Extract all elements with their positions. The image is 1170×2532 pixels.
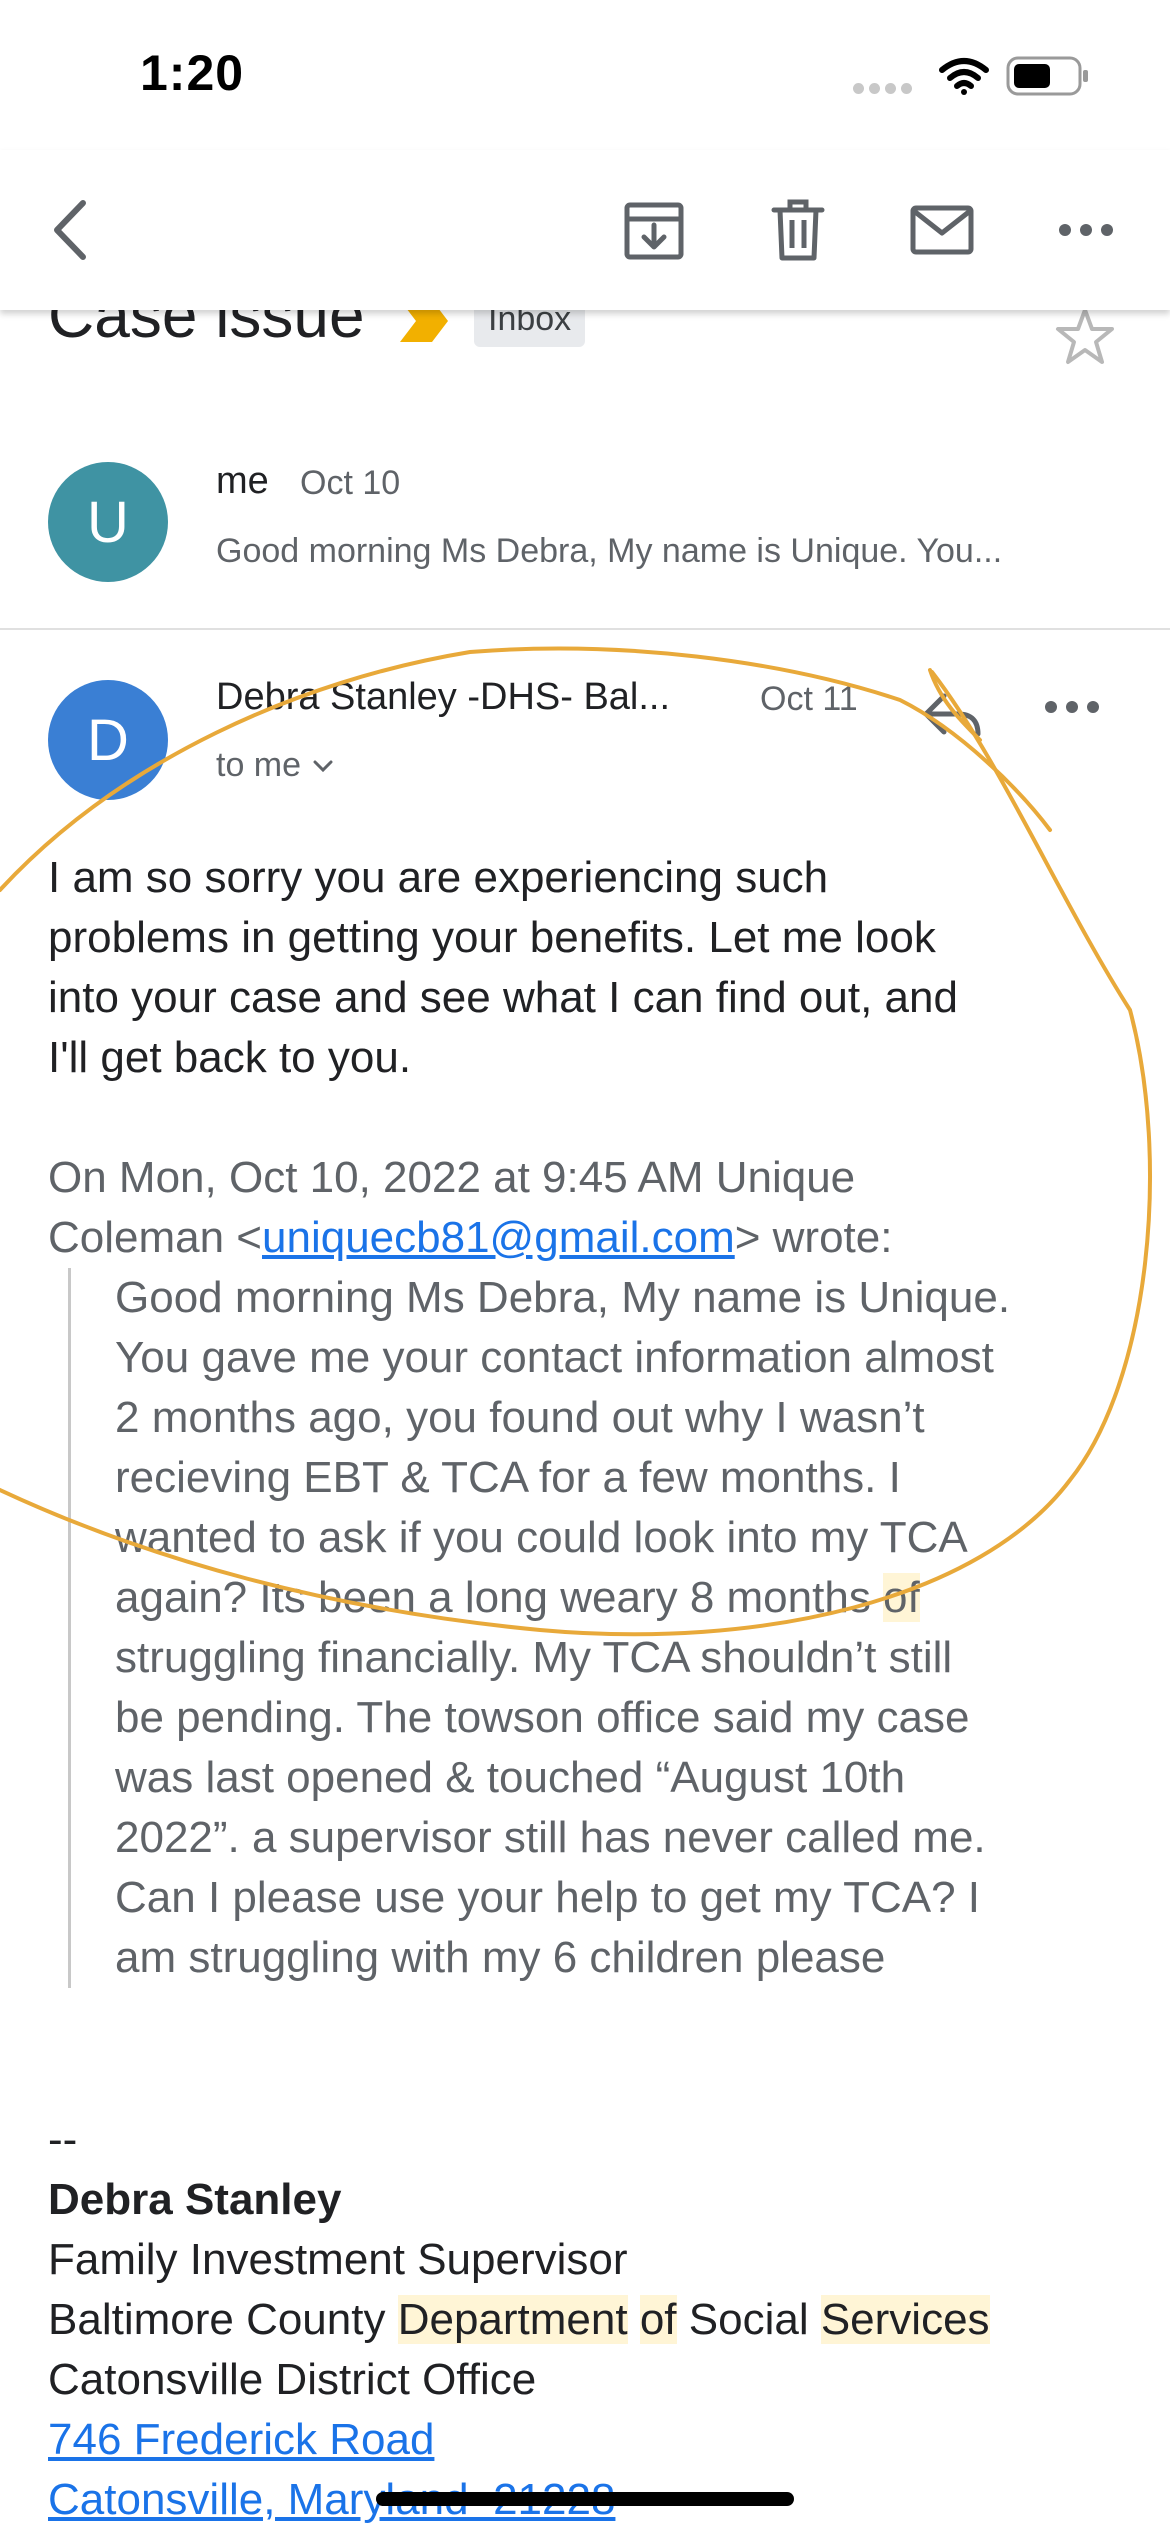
body-line: problems in getting your benefits. Let m… xyxy=(48,913,936,962)
collapsed-message[interactable]: U me Oct 10 Good morning Ms Debra, My na… xyxy=(0,440,1170,628)
signature-organization: Baltimore County Department of Social Se… xyxy=(48,2295,990,2344)
more-options-button[interactable] xyxy=(1044,188,1128,272)
back-button[interactable] xyxy=(28,188,112,272)
cellular-signal-icon xyxy=(853,80,915,96)
signature-office: Catonsville District Office xyxy=(48,2355,537,2404)
avatar: D xyxy=(48,680,168,800)
quote-header: On Mon, Oct 10, 2022 at 9:45 AM Unique C… xyxy=(48,1148,892,1268)
message-date: Oct 11 xyxy=(760,680,858,718)
mail-icon xyxy=(910,205,974,255)
email-signature: -- Debra Stanley Family Investment Super… xyxy=(48,2110,990,2530)
chevron-left-icon xyxy=(54,200,86,260)
avatar: U xyxy=(48,462,168,582)
chevron-down-icon xyxy=(313,760,333,772)
star-icon[interactable] xyxy=(1054,306,1116,366)
status-time: 1:20 xyxy=(140,45,245,101)
archive-button[interactable] xyxy=(612,188,696,272)
reply-icon[interactable] xyxy=(918,690,984,738)
signature-title: Family Investment Supervisor xyxy=(48,2235,628,2284)
divider xyxy=(0,628,1170,630)
message-body: I am so sorry you are experiencing such … xyxy=(48,848,958,1088)
body-line: I am so sorry you are experiencing such xyxy=(48,853,829,902)
quote-header-line: On Mon, Oct 10, 2022 at 9:45 AM Unique xyxy=(48,1153,856,1202)
quoted-email-link[interactable]: uniquecb81@gmail.com xyxy=(262,1213,735,1262)
mark-unread-button[interactable] xyxy=(900,188,984,272)
quoted-text: Good morning Ms Debra, My name is Unique… xyxy=(68,1268,1155,1988)
signature-separator: -- xyxy=(48,2115,78,2164)
address-link[interactable]: 746 Frederick Road xyxy=(48,2415,434,2464)
message-more-button[interactable] xyxy=(1044,700,1100,719)
top-toolbar xyxy=(0,150,1170,310)
sender-name: me xyxy=(216,460,269,502)
body-line: into your case and see what I can find o… xyxy=(48,973,958,1022)
recipient-label: to me xyxy=(216,746,302,784)
message-snippet: Good morning Ms Debra, My name is Unique… xyxy=(216,532,1003,570)
recipient-details-toggle[interactable]: to me xyxy=(216,746,335,785)
body-line: I'll get back to you. xyxy=(48,1033,412,1082)
signature-name: Debra Stanley xyxy=(48,2175,342,2224)
sender-name[interactable]: Debra Stanley -DHS- Bal... xyxy=(216,676,670,719)
more-horizontal-icon xyxy=(1045,701,1099,713)
delete-button[interactable] xyxy=(756,188,840,272)
trash-icon xyxy=(771,199,825,261)
quote-header-line: Coleman <uniquecb81@gmail.com> wrote: xyxy=(48,1213,893,1262)
wifi-icon xyxy=(939,58,989,95)
message-date: Oct 10 xyxy=(300,464,401,502)
battery-icon xyxy=(1006,56,1088,96)
home-indicator[interactable] xyxy=(376,2492,794,2506)
archive-icon xyxy=(624,202,684,260)
more-horizontal-icon xyxy=(1059,224,1113,236)
